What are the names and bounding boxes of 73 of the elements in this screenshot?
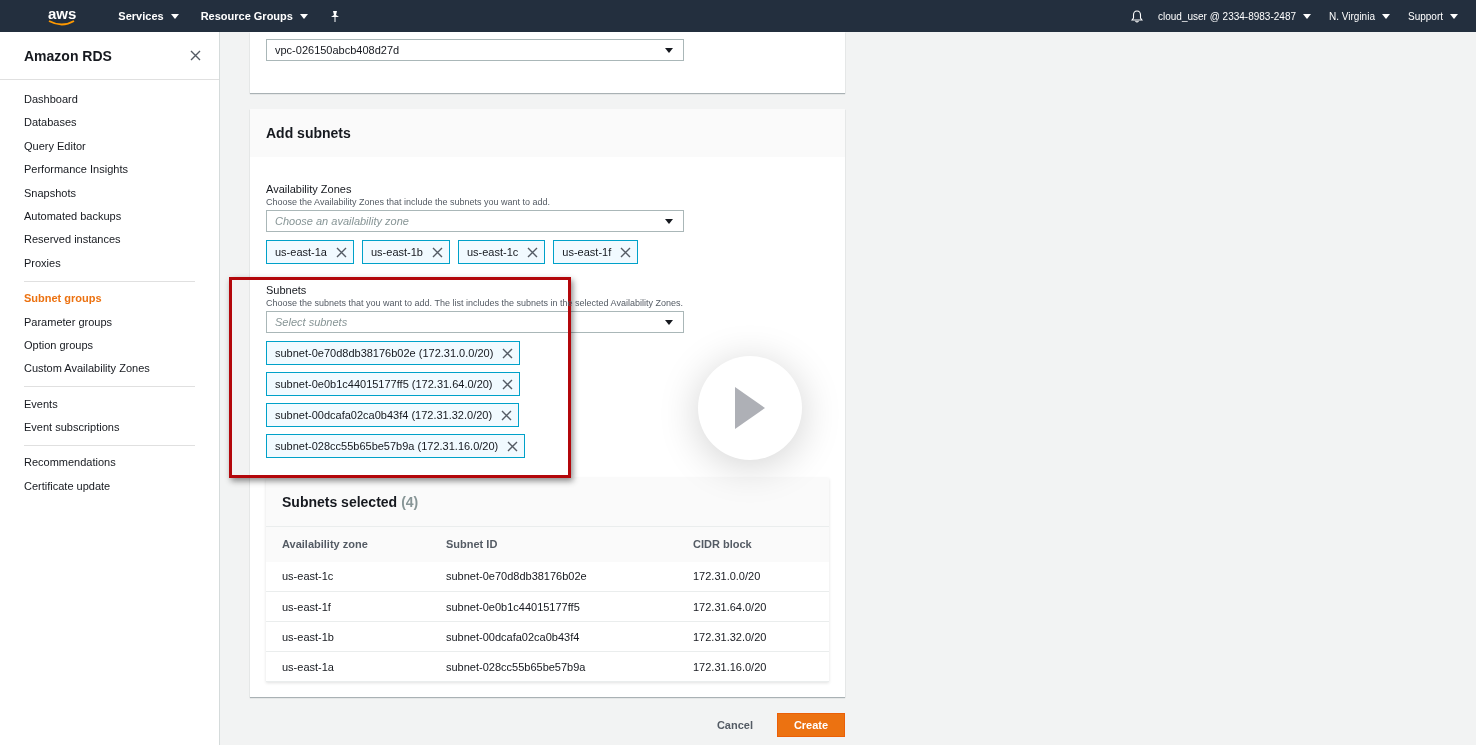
- token-label: subnet-0e70d8db38176b02e (172.31.0.0/20): [275, 347, 494, 359]
- field-label: Subnets: [266, 284, 307, 296]
- sidebar-item[interactable]: Option groups: [24, 333, 94, 358]
- sidebar-item[interactable]: Databases: [24, 111, 77, 135]
- nav-menu[interactable]: Support: [1407, 10, 1458, 22]
- cancel-button[interactable]: Cancel: [716, 719, 753, 731]
- play-icon: [733, 385, 767, 431]
- token-label: us-east-1a: [275, 246, 327, 258]
- field-label: Availability Zones: [266, 183, 352, 195]
- close-icon[interactable]: [507, 440, 519, 452]
- sidebar-item[interactable]: Parameter groups: [24, 310, 113, 334]
- nav-menu[interactable]: cloud_user @ 2334-8983-2487: [1158, 10, 1311, 22]
- table-cell: 172.31.32.0/20: [677, 621, 829, 652]
- aws-logo[interactable]: aws: [48, 6, 77, 26]
- table-cell: 172.31.0.0/20: [677, 561, 829, 592]
- token-label: us-east-1f: [562, 246, 612, 258]
- caret-icon: [170, 13, 179, 19]
- sidebar-item[interactable]: Certificate update: [24, 474, 111, 499]
- table-cell: subnet-0e0b1c44015177ff5: [432, 591, 677, 622]
- table-cell: 172.31.64.0/20: [677, 591, 829, 622]
- table-cell: us-east-1c: [266, 561, 432, 592]
- sidebar-item[interactable]: Reserved instances: [24, 228, 121, 252]
- token-label: subnet-0e0b1c44015177ff5 (172.31.64.0/20): [275, 378, 493, 390]
- table-cell: us-east-1b: [266, 621, 432, 652]
- close-icon[interactable]: [190, 50, 201, 61]
- token-label: us-east-1b: [371, 246, 423, 258]
- sidebar-item[interactable]: Recommendations: [24, 451, 116, 475]
- sidebar-item[interactable]: Performance Insights: [24, 158, 128, 182]
- nav-menu[interactable]: N. Virginia: [1329, 10, 1390, 22]
- caret-icon: [665, 319, 673, 325]
- nav-menu[interactable]: Services: [118, 10, 179, 22]
- table-title: Subnets selected: [282, 494, 398, 510]
- caret-icon: [665, 47, 673, 53]
- sidebar-title: Amazon RDS: [24, 47, 112, 64]
- close-icon[interactable]: [502, 347, 514, 359]
- close-icon[interactable]: [501, 409, 513, 421]
- close-icon[interactable]: [501, 378, 513, 390]
- column-header: Availability zone: [266, 526, 432, 562]
- caret-icon: [665, 218, 673, 224]
- count-label: (4): [401, 494, 419, 510]
- table-cell: subnet-00dcafa02ca0b43f4: [432, 621, 677, 652]
- sidebar-item[interactable]: Query Editor: [24, 134, 86, 159]
- sidebar-item[interactable]: Custom Availability Zones: [24, 357, 150, 381]
- vpc-select[interactable]: vpc-026150abcb408d27d: [266, 39, 684, 61]
- table-cell: 172.31.16.0/20: [677, 651, 829, 682]
- card-title: Add subnets: [266, 125, 351, 141]
- close-icon[interactable]: [527, 246, 539, 258]
- caret-icon: [1381, 13, 1390, 19]
- sidebar-item[interactable]: Events: [24, 392, 58, 417]
- sidebar-item[interactable]: Snapshots: [24, 181, 76, 205]
- token-label: us-east-1c: [466, 246, 519, 258]
- table-cell: subnet-0e70d8db38176b02e: [432, 561, 677, 592]
- pin-icon[interactable]: [329, 10, 340, 22]
- bell-icon[interactable]: [1131, 9, 1143, 23]
- column-header: Subnet ID: [432, 526, 677, 562]
- token-label: subnet-00dcafa02ca0b43f4 (172.31.32.0/20): [275, 409, 493, 421]
- caret-icon: [1303, 13, 1311, 19]
- caret-icon: [299, 13, 308, 19]
- close-icon[interactable]: [620, 246, 632, 258]
- token-label: subnet-028cc55b65be57b9a (172.31.16.0/20): [275, 440, 499, 452]
- sidebar-item[interactable]: Automated backups: [24, 204, 122, 229]
- sidebar-item[interactable]: Dashboard: [24, 88, 78, 112]
- sidebar-item[interactable]: Event subscriptions: [24, 416, 120, 440]
- close-icon[interactable]: [336, 246, 347, 258]
- table-cell: us-east-1a: [266, 651, 432, 682]
- nav-menu[interactable]: Resource Groups: [200, 10, 308, 22]
- field-description: Choose the Availability Zones that include the subnets you want to add.: [266, 197, 551, 207]
- sidebar-item[interactable]: Proxies: [24, 251, 61, 276]
- column-header: CIDR block: [677, 526, 829, 562]
- table-cell: us-east-1f: [266, 591, 432, 622]
- table-cell: subnet-028cc55b65be57b9a: [432, 651, 677, 682]
- close-icon[interactable]: [431, 246, 443, 258]
- caret-icon: [1450, 13, 1458, 19]
